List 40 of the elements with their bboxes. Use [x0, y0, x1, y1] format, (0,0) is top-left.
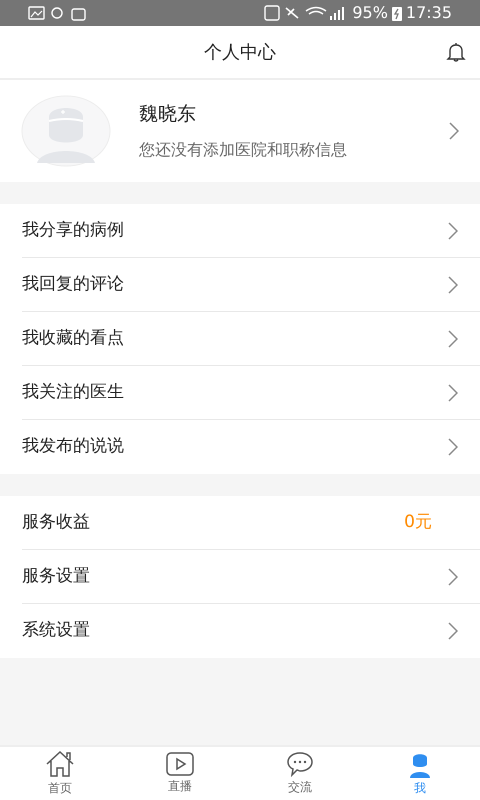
menu-item[interactable]: 我关注的医生 [22, 366, 480, 420]
earnings-amount: 0元 [404, 510, 432, 534]
menu-item[interactable]: 系统设置 [22, 604, 480, 658]
avatar-icon [21, 95, 111, 167]
menu-item[interactable]: 我发布的说说 [22, 420, 480, 474]
menu-label: 我分享的病例 [22, 218, 125, 242]
chevron-right-icon [448, 438, 458, 456]
menu-item[interactable]: 我收藏的看点 [22, 312, 480, 366]
menu-label: 服务收益 [22, 510, 91, 534]
battery-icon [392, 6, 402, 20]
tab[interactable]: 交流 [240, 747, 360, 800]
menu-label: 我收藏的看点 [22, 326, 125, 350]
house-icon [45, 750, 75, 778]
menu-item[interactable]: 服务设置 [22, 550, 480, 604]
chevron-right-icon [448, 276, 458, 294]
menu-label: 服务设置 [22, 564, 91, 588]
chevron-right-icon [448, 330, 458, 348]
chevron-right-icon [448, 384, 458, 402]
menu-label: 我关注的医生 [22, 380, 125, 404]
bell-icon[interactable] [446, 42, 466, 62]
profile-hint: 您还没有添加医院和职称信息 [139, 139, 348, 162]
page-title: 个人中心 [204, 40, 276, 64]
battery-percent: 95% [352, 2, 388, 24]
menu-label: 系统设置 [22, 619, 91, 642]
play-icon [166, 752, 194, 776]
clock: 17:35 [406, 2, 452, 24]
chevron-right-icon [448, 622, 458, 640]
menu-item[interactable]: 服务收益 0元 [22, 496, 480, 550]
speech-bubble-icon [286, 751, 314, 777]
user-name: 魏晓东 [139, 102, 197, 127]
menu-item[interactable]: 我回复的评论 [22, 258, 480, 312]
menu-label: 我回复的评论 [22, 272, 125, 296]
chevron-right-icon [449, 122, 459, 140]
chevron-right-icon [448, 222, 458, 240]
tab[interactable]: 首页 [0, 747, 120, 800]
menu-label: 我发布的说说 [22, 435, 125, 458]
profile-card[interactable]: 魏晓东 您还没有添加医院和职称信息 [0, 80, 480, 182]
menu-item[interactable]: 我分享的病例 [22, 204, 480, 258]
tab[interactable]: 直播 [120, 747, 240, 800]
chevron-right-icon [448, 568, 458, 586]
